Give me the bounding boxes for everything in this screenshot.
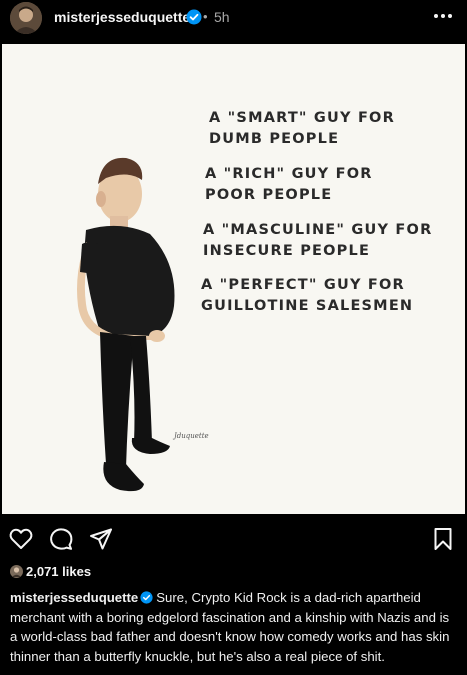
cartoon-line: A "SMART" GUY FOR bbox=[209, 110, 395, 126]
bookmark-icon[interactable] bbox=[430, 526, 456, 552]
post-time: 5h bbox=[214, 9, 230, 25]
cartoon-line: GUILLOTINE SALESMEN bbox=[201, 298, 414, 314]
post-caption: misterjesseduquette Sure, Crypto Kid Rock… bbox=[10, 588, 460, 666]
more-horizontal-icon[interactable] bbox=[430, 6, 456, 26]
cartoon-text-block: A "PERFECT" GUY FOR GUILLOTINE SALESMEN bbox=[197, 275, 457, 317]
cartoon-line: DUMB PEOPLE bbox=[209, 131, 340, 147]
artist-signature: Jduquette bbox=[174, 432, 209, 440]
cartoon-text-block: A "RICH" GUY FOR POOR PEOPLE bbox=[197, 164, 457, 206]
time-separator: • bbox=[203, 9, 208, 24]
action-bar bbox=[0, 522, 467, 556]
cartoon-line: A "RICH" GUY FOR bbox=[205, 166, 373, 182]
cartoon-line: A "MASCULINE" GUY FOR bbox=[203, 222, 433, 238]
share-icon[interactable] bbox=[88, 526, 114, 552]
verified-badge-icon bbox=[140, 590, 153, 604]
cartoon-line: POOR PEOPLE bbox=[205, 187, 333, 203]
heart-icon[interactable] bbox=[8, 526, 34, 552]
cartoon-line: INSECURE PEOPLE bbox=[203, 243, 371, 259]
liked-by-avatar-icon bbox=[10, 565, 23, 578]
likes-count[interactable]: 2,071 likes bbox=[26, 564, 91, 579]
verified-badge-icon bbox=[186, 9, 202, 25]
post-image[interactable]: A "SMART" GUY FOR DUMB PEOPLE A "RICH" G… bbox=[2, 44, 465, 514]
post-header: misterjesseduquette • 5h bbox=[0, 0, 467, 36]
post-username[interactable]: misterjesseduquette bbox=[54, 9, 190, 25]
comment-icon[interactable] bbox=[48, 526, 74, 552]
cartoon-figure bbox=[77, 157, 175, 492]
caption-username[interactable]: misterjesseduquette bbox=[10, 590, 138, 605]
avatar[interactable] bbox=[10, 2, 42, 34]
cartoon-line: A "PERFECT" GUY FOR bbox=[201, 277, 405, 293]
cartoon-text-block: A "SMART" GUY FOR DUMB PEOPLE bbox=[197, 108, 457, 150]
cartoon-text-block: A "MASCULINE" GUY FOR INSECURE PEOPLE bbox=[197, 220, 457, 262]
